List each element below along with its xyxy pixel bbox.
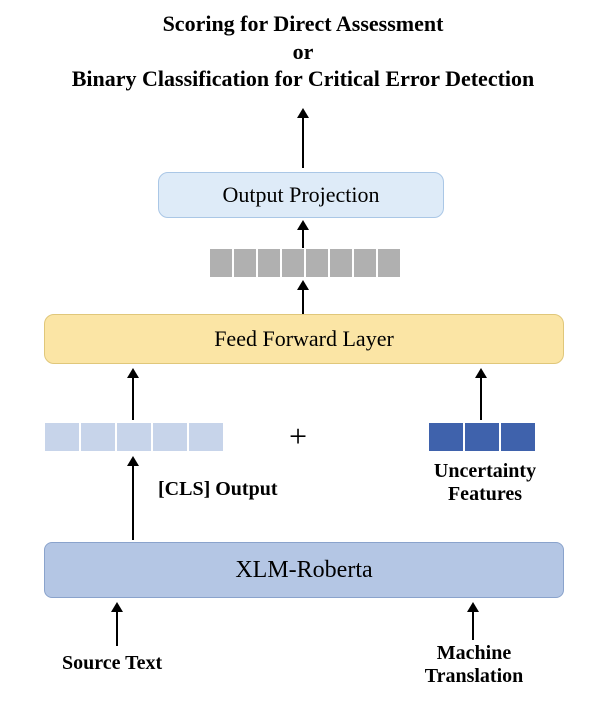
machine-translation-label: Machine Translation [404, 642, 544, 688]
vec-hidden-cell [281, 248, 305, 278]
vec-hidden-cell [353, 248, 377, 278]
vec-cls-cell [80, 422, 116, 452]
vec-cls-cell [116, 422, 152, 452]
vec-unc-cell [464, 422, 500, 452]
mt-label-l1: Machine [437, 642, 511, 664]
vec-hidden-cell [377, 248, 401, 278]
concat-plus: + [289, 418, 307, 455]
uncertainty-features-label: Uncertainty Features [420, 460, 550, 506]
title-line-2: or [0, 38, 606, 66]
hidden-vector [209, 248, 401, 278]
diagram-title: Scoring for Direct Assessment or Binary … [0, 10, 606, 93]
mt-label-l2: Translation [425, 665, 524, 687]
xlm-roberta-box: XLM-Roberta [44, 542, 564, 598]
cls-output-label: [CLS] Output [158, 478, 277, 501]
cls-output-vector [44, 422, 224, 452]
vec-cls-cell [152, 422, 188, 452]
vec-hidden-cell [329, 248, 353, 278]
vec-hidden-cell [209, 248, 233, 278]
title-line-1: Scoring for Direct Assessment [0, 10, 606, 38]
output-projection-label: Output Projection [222, 182, 379, 208]
feed-forward-box: Feed Forward Layer [44, 314, 564, 364]
architecture-diagram: Scoring for Direct Assessment or Binary … [0, 0, 606, 704]
unc-label-l2: Features [448, 483, 522, 505]
vec-cls-cell [188, 422, 224, 452]
vec-hidden-cell [257, 248, 281, 278]
vec-unc-cell [428, 422, 464, 452]
source-text-label: Source Text [62, 652, 162, 675]
vec-unc-cell [500, 422, 536, 452]
output-projection-box: Output Projection [158, 172, 444, 218]
unc-label-l1: Uncertainty [434, 460, 536, 482]
vec-hidden-cell [305, 248, 329, 278]
vec-cls-cell [44, 422, 80, 452]
vec-hidden-cell [233, 248, 257, 278]
uncertainty-features-vector [428, 422, 536, 452]
feed-forward-label: Feed Forward Layer [214, 326, 394, 352]
xlm-roberta-label: XLM-Roberta [235, 557, 372, 584]
title-line-3: Binary Classification for Critical Error… [0, 65, 606, 93]
